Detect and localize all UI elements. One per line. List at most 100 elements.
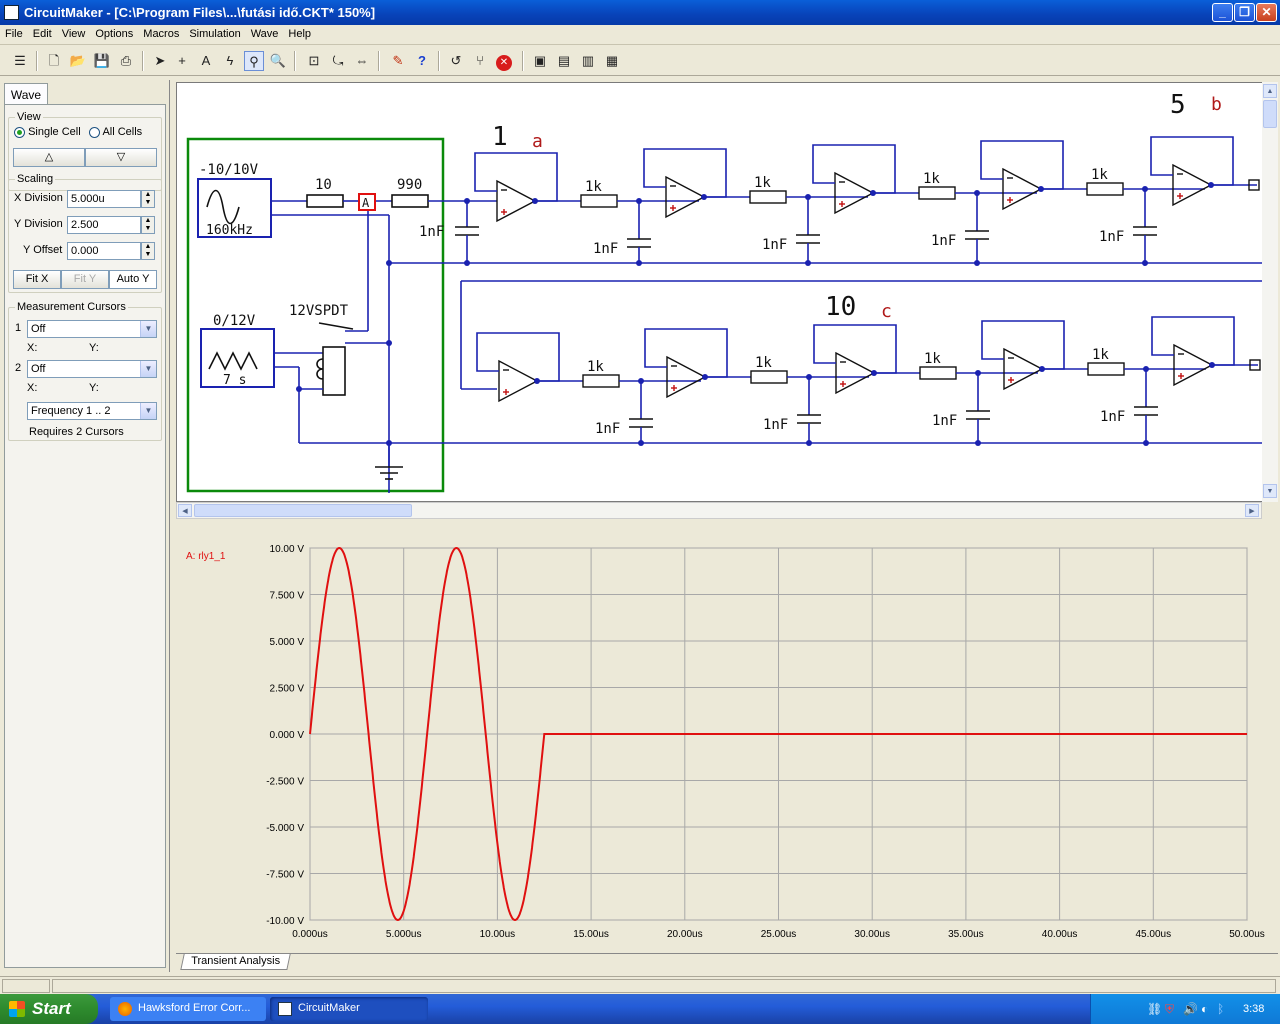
restore-button[interactable]: ❐ [1234,3,1255,22]
scroll-right-icon[interactable]: ▶ [1245,504,1259,517]
probe-tool-icon[interactable]: ⚲ [244,51,264,71]
single-cell-radio[interactable]: Single Cell [14,126,81,138]
capacitor-1nf-label: 1nF [1100,409,1125,425]
opamp-symbol[interactable] [1173,343,1214,387]
scroll-left-icon[interactable]: ◀ [178,504,192,517]
opamp-symbol[interactable] [1002,167,1043,211]
reset-icon[interactable]: ↺ [446,51,466,71]
bluetooth-icon[interactable]: ᛒ [1217,1002,1224,1016]
resistor-symbol[interactable] [750,370,788,384]
wire-tool-icon[interactable]: + [172,51,192,71]
menu-options[interactable]: Options [90,25,138,40]
text-tool-icon[interactable]: A [196,51,216,71]
step-icon[interactable]: ⑂ [470,51,490,71]
taskbar-item-browser[interactable]: Hawksford Error Corr... [110,997,266,1021]
stop-icon[interactable]: ✕ [494,51,514,71]
measurement-type-select[interactable]: Frequency 1 .. 2 ▼ [27,402,157,420]
opamp-symbol[interactable] [665,175,706,219]
volume-icon[interactable]: 🔊 [1183,1002,1198,1016]
panel-toggle-icon[interactable]: ☰ [10,51,30,71]
menu-help[interactable]: Help [283,25,316,40]
security-icon[interactable]: ◐ [1201,1002,1208,1016]
minimize-button[interactable]: _ [1212,3,1233,22]
all-cells-radio[interactable]: All Cells [89,126,142,138]
analysis-setup-icon[interactable]: ▣ [530,51,550,71]
start-button[interactable]: Start [0,994,98,1024]
vertical-scroll-thumb[interactable] [1263,100,1277,128]
shield-icon[interactable]: ⛨ [1165,1002,1174,1017]
x-division-field[interactable]: 5.000u [67,190,141,208]
fit-x-button[interactable]: Fit X [13,270,61,289]
resistor-symbol[interactable] [1087,362,1125,376]
simulation-mode-icon[interactable]: ✎ [388,51,408,71]
arrow-tool-icon[interactable]: ➤ [150,51,170,71]
clock[interactable]: 3:38 [1243,1003,1264,1015]
horizontal-scroll-thumb[interactable] [194,504,412,517]
resistor-symbol[interactable] [918,186,956,200]
y-offset-spinner[interactable]: ▲ ▼ [141,242,155,260]
auto-y-button[interactable]: Auto Y [109,270,157,289]
cell-up-button[interactable]: △ [13,148,85,167]
schematic-vertical-scrollbar[interactable]: ▲ ▼ [1262,82,1278,502]
zoom-tool-icon[interactable]: 🔍 [268,51,288,71]
mirror-icon[interactable]: ⇔ [352,51,372,71]
menu-file[interactable]: File [0,25,28,40]
status-cell [2,979,50,993]
resistor-symbol[interactable] [1086,182,1124,196]
waveform-icon[interactable]: ▤ [554,51,574,71]
taskbar-item-circuitmaker[interactable]: CircuitMaker [270,997,428,1021]
source1-frequency: 160kHz [206,223,253,238]
schematic-horizontal-scrollbar[interactable]: ◀ ▶ [176,502,1262,519]
cursor2-select[interactable]: Off ▼ [27,360,157,378]
y-division-field[interactable]: 2.500 [67,216,141,234]
cell-down-button[interactable]: ▽ [85,148,157,167]
opamp-symbol[interactable] [496,179,537,223]
opamp-symbol[interactable] [835,351,876,395]
open-folder-icon[interactable]: 📂 [68,51,88,71]
rotate-icon[interactable]: ⤿ [328,51,348,71]
cursor1-select[interactable]: Off ▼ [27,320,157,338]
waveform-chart: A: rly1_1 10.00 V 7.500 V 5.000 V 2.500 V 0.… [186,544,1265,940]
new-file-icon[interactable]: 🗋 [44,51,64,71]
y-division-spinner[interactable]: ▲ ▼ [141,216,155,234]
y-tick-label: -10.00 V [266,916,304,927]
network-icon[interactable]: ⛓ [1147,1002,1162,1016]
menu-view[interactable]: View [57,25,91,40]
tab-wave[interactable]: Wave [4,83,48,104]
zoom-fit-icon[interactable]: ⊡ [304,51,324,71]
tab-transient-analysis[interactable]: Transient Analysis [180,954,291,970]
resistor-symbol[interactable] [919,366,957,380]
x-division-spinner[interactable]: ▲ ▼ [141,190,155,208]
menu-simulation[interactable]: Simulation [184,25,245,40]
save-icon[interactable]: 💾 [92,51,112,71]
scroll-up-icon[interactable]: ▲ [1263,84,1277,98]
y-offset-field[interactable]: 0.000 [67,242,141,260]
help-icon[interactable]: ? [412,51,432,71]
menu-edit[interactable]: Edit [28,25,57,40]
tile-view-icon[interactable]: ▦ [602,51,622,71]
y-tick-label: 7.500 V [270,591,305,602]
tag-a-label: a [532,131,543,152]
menu-wave[interactable]: Wave [246,25,284,40]
resistor-symbol[interactable] [749,190,787,204]
x-tick-label: 5.000us [386,929,422,940]
close-button[interactable]: ✕ [1256,3,1277,22]
split-view-icon[interactable]: ▥ [578,51,598,71]
schematic-canvas[interactable]: A -10/10V 160kHz 10 990 0/12V 7 s 12VSPD… [176,82,1278,502]
lightning-tool-icon[interactable]: ϟ [220,51,240,71]
opamp-symbol[interactable] [1172,163,1213,207]
y-tick-label: 2.500 V [270,684,305,695]
opamp-symbol[interactable] [1003,347,1044,391]
print-icon[interactable]: ⎙ [116,51,136,71]
resistor-symbol[interactable] [580,194,618,208]
resistor-1k-label: 1k [587,359,604,375]
opamp-symbol[interactable] [498,359,539,403]
fit-y-button[interactable]: Fit Y [61,270,109,289]
opamp-symbol[interactable] [666,355,707,399]
menu-macros[interactable]: Macros [138,25,184,40]
waveform-panel[interactable]: A: rly1_1 10.00 V 7.500 V 5.000 V 2.500 V 0.… [176,528,1278,950]
cursor2-y-label: Y: [89,382,99,394]
opamp-symbol[interactable] [834,171,875,215]
scroll-down-icon[interactable]: ▼ [1263,484,1277,498]
resistor-symbol[interactable] [582,374,620,388]
